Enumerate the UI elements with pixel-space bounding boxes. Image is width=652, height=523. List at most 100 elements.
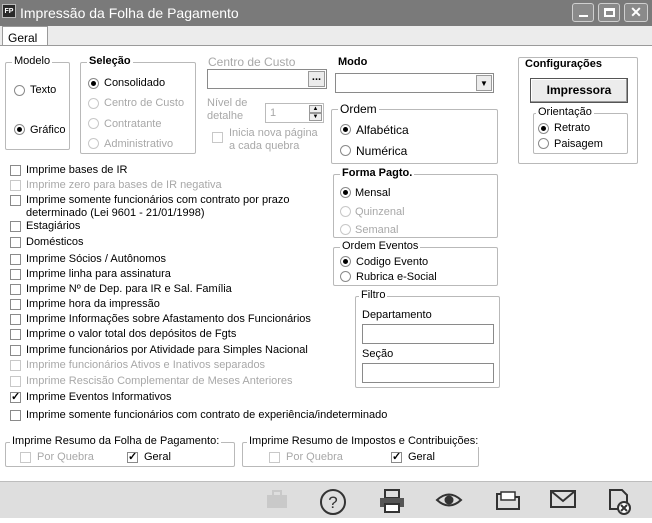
close-icon[interactable]: ✕ xyxy=(624,3,648,22)
ordem-eventos-codigo-label: Codigo Evento xyxy=(356,256,429,268)
filtro-group: Filtro Departamento Seção xyxy=(355,289,500,388)
option-checkbox-label: Imprime Rescisão Complementar de Meses A… xyxy=(26,375,293,387)
modelo-texto-label: Texto xyxy=(30,84,57,96)
selecao-group: Seleção Consolidado Centro de Custo Cont… xyxy=(80,55,196,154)
ordem-numerica-radio[interactable] xyxy=(340,145,351,156)
selecao-consolidado-label: Consolidado xyxy=(104,77,166,89)
orientacao-retrato-label: Retrato xyxy=(554,122,591,134)
inicia-nova-pagina-checkbox[interactable] xyxy=(212,132,223,143)
option-checkbox-label: Imprime bases de IR xyxy=(26,164,128,176)
option-checkbox-label: Imprime somente funcionários com contrat… xyxy=(26,409,388,421)
option-checkbox[interactable] xyxy=(10,390,21,404)
modo-title: Modo xyxy=(338,56,368,68)
option-checkbox[interactable] xyxy=(10,237,21,248)
option-checkbox-label: Imprime hora da impressão xyxy=(26,298,160,310)
option-checkbox[interactable] xyxy=(10,410,21,421)
modelo-grafico-radio[interactable] xyxy=(14,124,25,135)
selecao-consolidado-radio[interactable] xyxy=(88,78,99,89)
filtro-title: Filtro xyxy=(359,289,388,301)
forma-pagto-mensal-radio[interactable] xyxy=(340,187,351,198)
option-checkbox[interactable] xyxy=(10,360,21,371)
option-checkbox[interactable] xyxy=(10,345,21,356)
inicia-nova-pagina-label-2: a cada quebra xyxy=(229,140,300,152)
title-bar[interactable]: FP Impressão da Folha de Pagamento ✕ xyxy=(0,0,652,26)
email-icon[interactable] xyxy=(548,488,578,514)
modelo-grafico-label: Gráfico xyxy=(30,124,66,136)
option-checkbox-label: Imprime somente funcionários com contrat… xyxy=(26,194,290,206)
centro-custo-input[interactable]: ... xyxy=(207,69,327,89)
forma-pagto-semanal-radio[interactable] xyxy=(340,224,351,235)
centro-custo-browse-button[interactable]: ... xyxy=(308,71,325,87)
spinner-up-icon[interactable]: ▲ xyxy=(309,105,322,113)
resumo-folha-por-quebra-label: Por Quebra xyxy=(37,451,94,463)
resumo-impostos-group: Imprime Resumo de Impostos e Contribuiçõ… xyxy=(242,435,481,467)
option-checkbox-label: Imprime Informações sobre Afastamento do… xyxy=(26,313,311,325)
tab-geral[interactable]: Geral xyxy=(2,26,48,46)
svg-text:?: ? xyxy=(328,493,337,512)
minimize-icon[interactable] xyxy=(572,3,594,22)
open-folder-icon[interactable] xyxy=(493,488,523,514)
option-checkbox[interactable] xyxy=(10,284,21,295)
resumo-impostos-por-quebra-checkbox[interactable] xyxy=(269,452,280,463)
inicia-nova-pagina-label-1: Inicia nova página xyxy=(229,127,318,139)
selecao-centro-custo-label: Centro de Custo xyxy=(104,97,185,109)
secao-label: Seção xyxy=(362,348,394,360)
resumo-folha-title: Imprime Resumo da Folha de Pagamento: xyxy=(10,435,222,447)
impressora-button[interactable]: Impressora xyxy=(530,78,628,103)
option-checkbox[interactable] xyxy=(10,299,21,310)
option-checkbox[interactable] xyxy=(10,254,21,265)
departamento-label: Departamento xyxy=(362,309,432,321)
resumo-folha-por-quebra-checkbox[interactable] xyxy=(20,452,31,463)
ordem-eventos-rubrica-label: Rubrica e-Social xyxy=(356,271,437,283)
ordem-eventos-rubrica-radio[interactable] xyxy=(340,271,351,282)
help-icon[interactable]: ? xyxy=(318,488,348,515)
chevron-down-icon[interactable]: ▼ xyxy=(476,75,492,91)
option-checkbox[interactable] xyxy=(10,195,21,206)
forma-pagto-group: Forma Pagto. Mensal Quinzenal Semanal xyxy=(333,167,498,238)
option-checkbox[interactable] xyxy=(10,269,21,280)
departamento-input[interactable] xyxy=(362,324,494,344)
option-checkbox[interactable] xyxy=(10,314,21,325)
orientacao-group: Orientação Retrato Paisagem xyxy=(533,106,628,154)
nivel-detalhe-spinner[interactable]: 1 ▲ ▼ xyxy=(265,103,324,123)
preview-eye-icon[interactable] xyxy=(434,488,464,514)
selecao-centro-custo-radio[interactable] xyxy=(88,98,99,109)
restore-icon[interactable] xyxy=(598,3,620,22)
option-checkbox[interactable] xyxy=(10,221,21,232)
selecao-administrativo-radio[interactable] xyxy=(88,138,99,149)
selecao-contratante-radio[interactable] xyxy=(88,118,99,129)
tab-strip: Geral xyxy=(0,26,652,46)
centro-custo-label: Centro de Custo xyxy=(208,55,296,69)
forma-pagto-quinzenal-radio[interactable] xyxy=(340,206,351,217)
modelo-texto-radio[interactable] xyxy=(14,85,25,96)
modo-select[interactable]: ▼ xyxy=(335,73,494,93)
orientacao-retrato-radio[interactable] xyxy=(538,123,549,134)
nivel-detalhe-value: 1 xyxy=(270,107,277,119)
clear-document-icon[interactable] xyxy=(604,488,634,515)
option-checkbox[interactable] xyxy=(10,165,21,176)
option-checkbox[interactable] xyxy=(10,376,21,387)
ordem-title: Ordem xyxy=(338,102,379,116)
resumo-folha-geral-checkbox[interactable] xyxy=(127,450,138,464)
spinner-down-icon[interactable]: ▼ xyxy=(309,113,322,121)
printer-icon[interactable] xyxy=(377,488,407,514)
option-checkbox-label: Imprime Sócios / Autônomos xyxy=(26,253,167,265)
modelo-title: Modelo xyxy=(12,55,53,67)
ordem-eventos-title: Ordem Eventos xyxy=(340,240,421,252)
window: FP Impressão da Folha de Pagamento ✕ Ger… xyxy=(0,0,652,518)
ordem-alfabetica-radio[interactable] xyxy=(340,124,351,135)
resumo-impostos-geral-checkbox[interactable] xyxy=(391,450,402,464)
selecao-contratante-label: Contratante xyxy=(104,118,162,130)
ordem-group: Ordem Alfabética Numérica xyxy=(331,102,498,164)
configuracoes-title: Configurações xyxy=(525,58,603,70)
ordem-eventos-codigo-radio[interactable] xyxy=(340,256,351,267)
option-checkbox[interactable] xyxy=(10,329,21,340)
orientacao-paisagem-radio[interactable] xyxy=(538,138,549,149)
option-checkbox[interactable] xyxy=(10,180,21,191)
secao-input[interactable] xyxy=(362,363,494,383)
option-checkbox-label: Imprime o valor total dos depósitos de F… xyxy=(26,328,237,340)
resumo-impostos-geral-label: Geral xyxy=(408,451,435,463)
briefcase-icon[interactable] xyxy=(262,488,292,514)
nivel-detalhe-label-1: Nível de xyxy=(207,97,248,109)
option-checkbox-label: Estagiários xyxy=(26,220,81,232)
